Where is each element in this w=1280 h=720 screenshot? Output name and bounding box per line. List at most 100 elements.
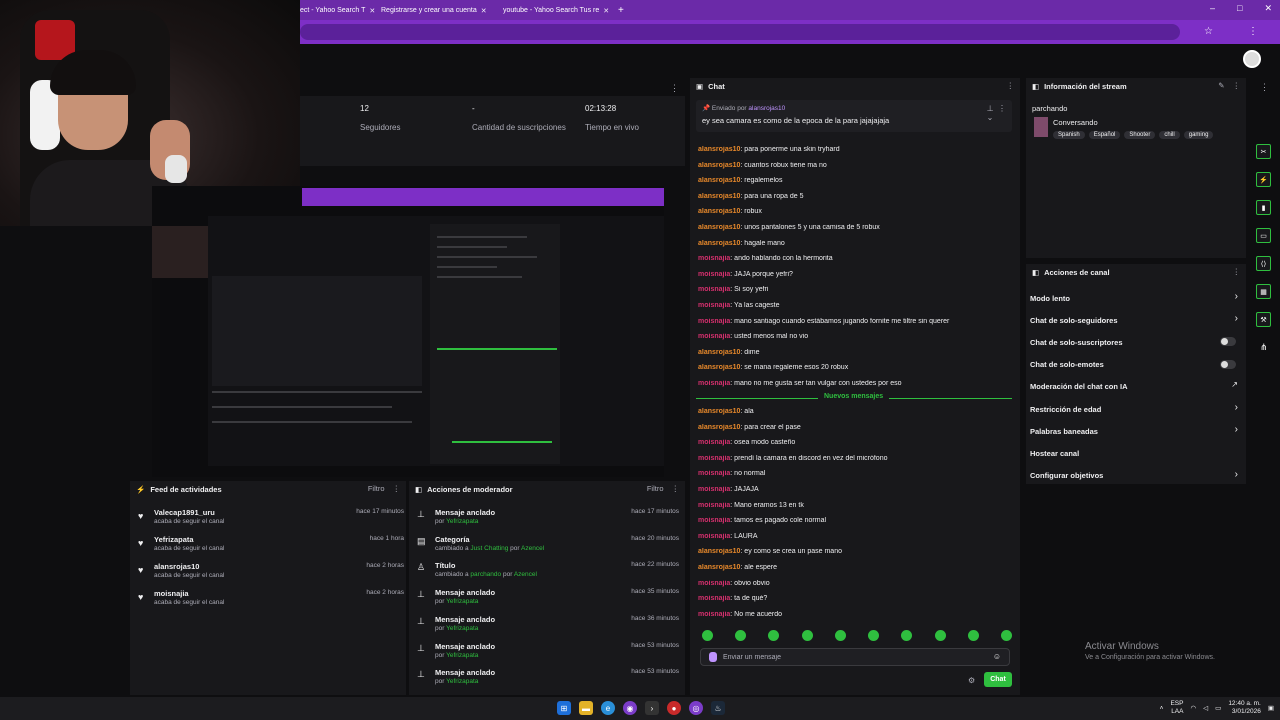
channel-action-item[interactable]: Palabras baneadas › <box>1030 422 1240 440</box>
chat-input[interactable] <box>723 651 983 664</box>
emote-icon[interactable] <box>702 630 713 641</box>
chat-username[interactable]: moisnajia <box>698 517 730 524</box>
avatar[interactable] <box>1243 50 1261 68</box>
gear-icon[interactable]: ⚙ <box>968 676 975 685</box>
code-icon[interactable]: ⟨⟩ <box>1256 256 1271 271</box>
chat-message[interactable]: moisnajia: ta de qué? <box>698 595 1012 602</box>
chat-message[interactable]: moisnajia: obvio obvio <box>698 580 1012 587</box>
chat-message[interactable]: alansrojas10: para una ropa de 5 <box>698 193 1012 200</box>
mod-action-item[interactable]: ▤ Categoría cambiado a Just Chatting por A… <box>417 534 679 560</box>
chat-username[interactable]: alansrojas10 <box>698 424 740 431</box>
send-chat-button[interactable]: Chat <box>984 672 1012 687</box>
maximize-icon[interactable]: □ <box>1237 3 1242 14</box>
channel-action-item[interactable]: Modo lento › <box>1030 289 1240 307</box>
chat-message[interactable]: moisnajia: prendí la camara en discord e… <box>698 455 1012 462</box>
language-indicator[interactable]: ESP LAA <box>1170 700 1183 716</box>
emoji-icon[interactable]: ☺ <box>993 652 1001 661</box>
chat-username[interactable]: alansrojas10 <box>698 208 740 215</box>
clock[interactable]: 12:40 a. m. 3/01/2026 <box>1228 700 1261 716</box>
chat-message[interactable]: moisnajia: ando hablando con la hermorit… <box>698 255 1012 262</box>
chat-message[interactable]: alansrojas10: unos pantalones 5 y una ca… <box>698 224 1012 231</box>
more-icon[interactable]: ⋮ <box>1233 267 1241 276</box>
browser-icon[interactable]: ◎ <box>689 701 703 715</box>
chat-message[interactable]: alansrojas10: ey como se crea un pase ma… <box>698 548 1012 555</box>
bookmark-icon[interactable]: ▮ <box>1256 200 1271 215</box>
mod-action-item[interactable]: ⊥ Mensaje anclado por Yefrizapata hace 35 … <box>417 587 679 613</box>
close-icon[interactable]: ✕ <box>369 7 375 15</box>
close-icon[interactable]: ✕ <box>603 7 609 15</box>
chat-message[interactable]: alansrojas10: ala <box>698 408 1012 415</box>
emote-icon[interactable] <box>834 630 846 641</box>
chat-message[interactable]: moisnajia: no normal <box>698 470 1012 477</box>
mod-action-item[interactable]: ⊥ Mensaje anclado por Yefrizapata hace 53 … <box>417 641 679 667</box>
chat-username[interactable]: alansrojas10 <box>698 240 740 247</box>
chat-message[interactable]: moisnajia: tamos es pagado cole normal <box>698 517 1012 524</box>
chat-message[interactable]: moisnajia: Si soy yefri <box>698 286 1012 293</box>
chat-username[interactable]: alansrojas10 <box>698 364 740 371</box>
chat-message[interactable]: alansrojas10: cuantos robux tiene ma no <box>698 162 1012 169</box>
more-icon[interactable]: ⋮ <box>1260 82 1269 93</box>
tag[interactable]: Español <box>1088 131 1121 139</box>
more-icon[interactable]: ⋮ <box>393 484 401 493</box>
chat-username[interactable]: alansrojas10 <box>698 408 740 415</box>
wifi-icon[interactable]: ◠ <box>1190 704 1196 712</box>
more-icon[interactable]: ⋮ <box>672 484 680 493</box>
toggle-switch[interactable] <box>1220 337 1236 347</box>
share-icon[interactable]: ⋔ <box>1260 342 1268 353</box>
mod-action-item[interactable]: ⊥ Mensaje anclado por Yefrizapata hace 53 … <box>417 667 679 693</box>
channel-action-item[interactable]: Configurar objetivos › <box>1030 467 1240 485</box>
chat-username[interactable]: alansrojas10 <box>698 162 740 169</box>
chat-username[interactable]: moisnajia <box>698 502 730 509</box>
emote-icon[interactable] <box>801 630 813 641</box>
emote-icon[interactable] <box>967 630 979 641</box>
chat-message[interactable]: moisnajia: JAJAJA <box>698 486 1012 493</box>
chat-username[interactable]: alansrojas10 <box>698 193 740 200</box>
chat-username[interactable]: alansrojas10 <box>698 224 740 231</box>
chat-username[interactable]: alansrojas10 <box>698 564 740 571</box>
channel-action-item[interactable]: Chat de solo-suscriptores <box>1030 333 1240 351</box>
chat-message[interactable]: alansrojas10: se mana regaleme esos 20 r… <box>698 364 1012 371</box>
toggle-switch[interactable] <box>1220 359 1236 369</box>
chat-username[interactable]: moisnajia <box>698 611 730 618</box>
chat-message[interactable]: alansrojas10: hagale mano <box>698 240 1012 247</box>
chat-username[interactable]: moisnajia <box>698 318 730 325</box>
chat-message[interactable]: moisnajia: Mano eramos 13 en tk <box>698 502 1012 509</box>
browser-tab[interactable]: ect - Yahoo Search T ✕ <box>300 3 375 18</box>
chat-username[interactable]: moisnajia <box>698 302 730 309</box>
bits-icon[interactable] <box>709 652 717 662</box>
feed-item[interactable]: ♥ Valecap1891_uru acaba de seguir el can… <box>138 507 404 531</box>
chat-username[interactable]: moisnajia <box>698 595 730 602</box>
chat-username[interactable]: moisnajia <box>698 286 730 293</box>
chat-message[interactable]: moisnajia: mano santiago cuando estábamo… <box>698 318 1012 325</box>
start-icon[interactable]: ⊞ <box>557 701 571 715</box>
chat-message[interactable]: alansrojas10: para ponerme una skin tryh… <box>698 146 1012 153</box>
emote-icon[interactable] <box>934 630 946 641</box>
chat-username[interactable]: alansrojas10 <box>698 548 740 555</box>
grid-icon[interactable]: ▦ <box>1256 284 1271 299</box>
folder-icon[interactable]: ▬ <box>579 701 593 715</box>
mod-action-item[interactable]: ⊥ Mensaje anclado por Yefrizapata hace 17 … <box>417 507 679 533</box>
notification-icon[interactable]: ▣ <box>1268 704 1274 712</box>
more-icon[interactable]: ⋮ <box>1233 81 1241 90</box>
url-field[interactable] <box>300 24 1180 40</box>
emote-icon[interactable] <box>868 630 880 641</box>
mod-action-item[interactable]: ⊥ Mensaje anclado por Yefrizapata hace 36 … <box>417 614 679 640</box>
chat-username[interactable]: alansrojas10 <box>698 177 740 184</box>
chevron-up-icon[interactable]: ˄ <box>1160 705 1164 712</box>
terminal-icon[interactable]: › <box>645 701 659 715</box>
tag[interactable]: Shooter <box>1124 131 1156 139</box>
record-icon[interactable]: ● <box>667 701 681 715</box>
emote-icon[interactable] <box>901 630 913 641</box>
edge-icon[interactable]: e <box>601 701 615 715</box>
chat-message[interactable]: moisnajia: osea modo casteño <box>698 439 1012 446</box>
close-icon[interactable]: ✕ <box>481 7 487 15</box>
chat-username[interactable]: moisnajia <box>698 486 730 493</box>
stream-category[interactable]: Conversando <box>1053 118 1098 127</box>
edit-icon[interactable]: ✎ <box>1218 81 1224 90</box>
wrench-icon[interactable]: ⚒ <box>1256 312 1271 327</box>
chat-message[interactable]: moisnajia: Ya las cageste <box>698 302 1012 309</box>
chat-message[interactable]: alansrojas10: ale espere <box>698 564 1012 571</box>
chat-username[interactable]: moisnajia <box>698 271 730 278</box>
chat-username[interactable]: moisnajia <box>698 380 730 387</box>
feed-item[interactable]: ♥ Yefrizapata acaba de seguir el canal h… <box>138 534 404 558</box>
